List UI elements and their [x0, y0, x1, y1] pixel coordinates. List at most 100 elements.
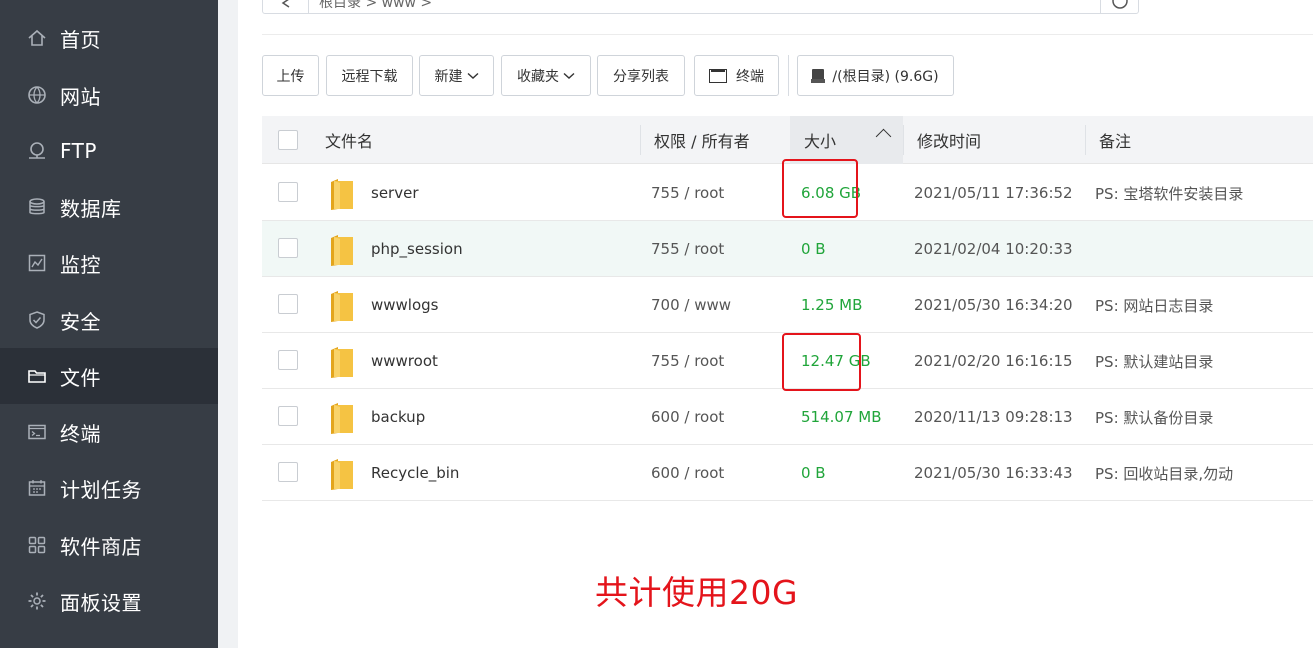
file-name[interactable]: backup	[371, 389, 425, 445]
folder-icon[interactable]	[329, 346, 355, 379]
file-permission[interactable]: 600 / root	[651, 445, 724, 501]
folder-icon[interactable]	[329, 290, 355, 323]
path-bar[interactable]: 根目录 > www >	[262, 0, 1139, 14]
breadcrumb[interactable]: 根目录 > www >	[319, 0, 432, 12]
file-name[interactable]: wwwlogs	[371, 277, 439, 333]
column-remark-label: 备注	[1099, 132, 1132, 151]
disk-label: /(根目录) (9.6G)	[832, 68, 939, 85]
sidebar-item-cron[interactable]: 计划任务	[0, 460, 218, 516]
file-name[interactable]: php_session	[371, 221, 463, 277]
folder-icon[interactable]	[329, 402, 355, 435]
sidebar: 首页 网站 FTP 数据库 监控 安全 文件 终端 计划任务 软件商店 面板设置	[0, 0, 218, 648]
sidebar-item-label: 面板设置	[60, 590, 142, 615]
file-size[interactable]: 6.08 GB	[801, 165, 861, 221]
file-permission[interactable]: 755 / root	[651, 165, 724, 221]
column-name[interactable]: 文件名	[325, 116, 373, 164]
row-checkbox[interactable]	[278, 350, 298, 370]
row-checkbox[interactable]	[278, 182, 298, 202]
globe-icon	[27, 85, 47, 105]
column-permission-label: 权限 / 所有者	[654, 132, 750, 151]
sidebar-item-terminal[interactable]: 终端	[0, 404, 218, 460]
file-remark[interactable]: PS: 默认备份目录	[1095, 389, 1213, 445]
upload-label: 上传	[276, 68, 305, 85]
sidebar-item-files[interactable]: 文件	[0, 348, 218, 404]
file-remark[interactable]: PS: 回收站目录,勿动	[1095, 445, 1233, 501]
row-checkbox[interactable]	[278, 294, 298, 314]
sidebar-item-settings[interactable]: 面板设置	[0, 573, 218, 629]
table-row[interactable]: Recycle_bin 600 / root 0 B 2021/05/30 16…	[262, 445, 1313, 501]
file-permission[interactable]: 755 / root	[651, 333, 724, 389]
ftp-icon	[27, 141, 47, 161]
column-permission[interactable]: 权限 / 所有者	[640, 125, 790, 155]
file-name[interactable]: wwwroot	[371, 333, 438, 389]
file-size[interactable]: 12.47 GB	[801, 333, 871, 389]
terminal-button[interactable]: 终端	[694, 55, 779, 96]
share-list-button[interactable]: 分享列表	[597, 55, 685, 96]
table-row[interactable]: wwwroot 755 / root 12.47 GB 2021/02/20 1…	[262, 333, 1313, 389]
new-button[interactable]: 新建	[419, 55, 494, 96]
share-list-label: 分享列表	[613, 68, 669, 85]
shield-icon	[27, 310, 47, 330]
sidebar-item-website[interactable]: 网站	[0, 67, 218, 123]
file-remark[interactable]: PS: 默认建站目录	[1095, 333, 1213, 389]
column-mtime[interactable]: 修改时间	[903, 125, 1085, 155]
chevron-down-icon	[467, 72, 478, 79]
sidebar-item-database[interactable]: 数据库	[0, 179, 218, 235]
folder-icon[interactable]	[329, 178, 355, 211]
remote-download-button[interactable]: 远程下载	[326, 55, 413, 96]
disk-button[interactable]: /(根目录) (9.6G)	[797, 55, 954, 96]
file-remark[interactable]: PS: 网站日志目录	[1095, 277, 1213, 333]
sidebar-item-ftp[interactable]: FTP	[0, 123, 218, 179]
sidebar-item-label: 软件商店	[60, 534, 142, 559]
upload-button[interactable]: 上传	[262, 55, 319, 96]
table-header: 文件名 权限 / 所有者 大小 修改时间 备注	[262, 116, 1313, 164]
gear-icon	[27, 591, 47, 611]
folder-icon	[27, 366, 47, 386]
row-checkbox[interactable]	[278, 238, 298, 258]
row-checkbox[interactable]	[278, 462, 298, 482]
column-mtime-label: 修改时间	[917, 132, 982, 151]
file-permission[interactable]: 755 / root	[651, 221, 724, 277]
sidebar-item-label: 安全	[60, 309, 101, 334]
database-icon	[27, 197, 47, 217]
file-mtime: 2021/05/30 16:34:20	[914, 296, 1073, 314]
column-remark[interactable]: 备注	[1085, 125, 1313, 155]
sidebar-item-label: 网站	[60, 84, 101, 109]
file-permission[interactable]: 600 / root	[651, 389, 724, 445]
home-icon	[27, 28, 47, 48]
sidebar-item-label: 监控	[60, 252, 101, 277]
row-checkbox[interactable]	[278, 406, 298, 426]
select-all-checkbox[interactable]	[278, 130, 298, 150]
terminal-label: 终端	[736, 68, 764, 85]
file-name[interactable]: Recycle_bin	[371, 445, 459, 501]
favorites-button[interactable]: 收藏夹	[501, 55, 591, 96]
file-permission[interactable]: 700 / www	[651, 277, 731, 333]
table-row[interactable]: server 755 / root 6.08 GB 2021/05/11 17:…	[262, 165, 1313, 221]
refresh-button[interactable]	[1100, 0, 1138, 13]
file-size[interactable]: 0 B	[801, 221, 826, 277]
back-button[interactable]	[263, 0, 309, 13]
file-mtime: 2021/05/30 16:33:43	[914, 464, 1073, 482]
sidebar-item-label: 首页	[60, 27, 101, 52]
table-row[interactable]: backup 600 / root 514.07 MB 2020/11/13 0…	[262, 389, 1313, 445]
sidebar-item-security[interactable]: 安全	[0, 292, 218, 348]
table-row[interactable]: php_session 755 / root 0 B 2021/02/04 10…	[262, 221, 1313, 277]
file-remark[interactable]: PS: 宝塔软件安装目录	[1095, 165, 1243, 221]
total-usage-annotation: 共计使用20G	[595, 573, 799, 612]
divider	[262, 34, 1313, 35]
file-size[interactable]: 1.25 MB	[801, 277, 862, 333]
folder-icon[interactable]	[329, 458, 355, 491]
file-manager: 根目录 > www > 上传 远程下载 新建 收藏夹 分享列表 终端 /(根目录…	[238, 0, 1313, 648]
file-name[interactable]: server	[371, 165, 418, 221]
sidebar-item-home[interactable]: 首页	[0, 10, 218, 66]
sidebar-item-monitor[interactable]: 监控	[0, 235, 218, 291]
file-size[interactable]: 514.07 MB	[801, 389, 882, 445]
table-row[interactable]: wwwlogs 700 / www 1.25 MB 2021/05/30 16:…	[262, 277, 1313, 333]
file-mtime: 2021/02/20 16:16:15	[914, 352, 1073, 370]
file-size[interactable]: 0 B	[801, 445, 826, 501]
file-mtime: 2021/05/11 17:36:52	[914, 184, 1073, 202]
sidebar-item-label: 数据库	[60, 196, 122, 221]
column-size[interactable]: 大小	[790, 116, 903, 164]
sidebar-item-store[interactable]: 软件商店	[0, 517, 218, 573]
folder-icon[interactable]	[329, 234, 355, 267]
